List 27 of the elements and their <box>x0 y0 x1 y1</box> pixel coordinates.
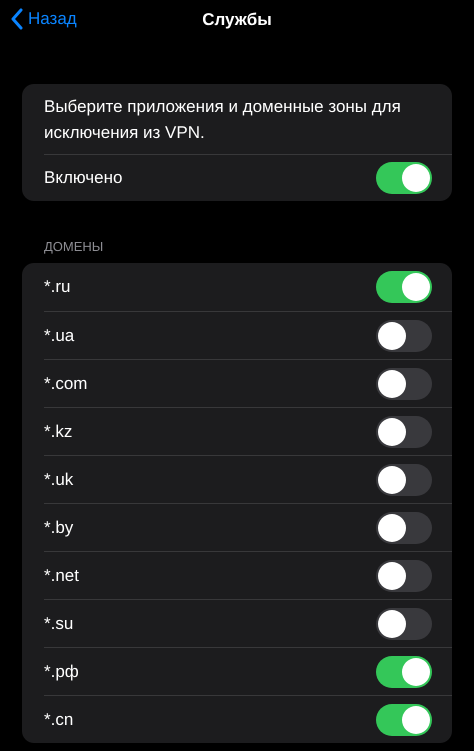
domain-label: *.net <box>44 564 79 587</box>
domain-label: *.ua <box>44 324 74 347</box>
domain-label: *.by <box>44 516 74 539</box>
domain-label: *.ru <box>44 276 70 298</box>
toggle-switch[interactable] <box>376 704 432 736</box>
back-button[interactable]: Назад <box>10 6 77 32</box>
description-text: Выберите приложения и доменные зоны для исключения из VPN. <box>43 96 402 144</box>
toggle-switch[interactable] <box>376 512 432 544</box>
page-title: Службы <box>202 9 272 32</box>
section-heading: ДОМЕНЫ <box>44 239 104 255</box>
toggle-switch[interactable] <box>376 464 432 496</box>
chevron-left-icon <box>10 8 24 30</box>
toggle-switch[interactable] <box>376 271 432 303</box>
domain-label: *.kz <box>44 420 72 443</box>
domain-label: *.uk <box>44 468 74 491</box>
toggle-switch[interactable] <box>376 416 432 448</box>
toggle-switch[interactable] <box>376 656 432 688</box>
toggle-switch[interactable] <box>376 560 432 592</box>
toggle-switch[interactable] <box>376 368 432 400</box>
toggle-label: Включено <box>44 167 122 190</box>
toggle-switch[interactable] <box>376 608 432 640</box>
toggle-switch[interactable] <box>376 162 432 194</box>
domain-label: *.рф <box>44 660 79 683</box>
toggle-switch[interactable] <box>376 320 432 352</box>
domain-label: *.su <box>44 612 74 635</box>
domain-label: *.com <box>44 372 88 395</box>
domain-label: *.cn <box>44 708 74 731</box>
